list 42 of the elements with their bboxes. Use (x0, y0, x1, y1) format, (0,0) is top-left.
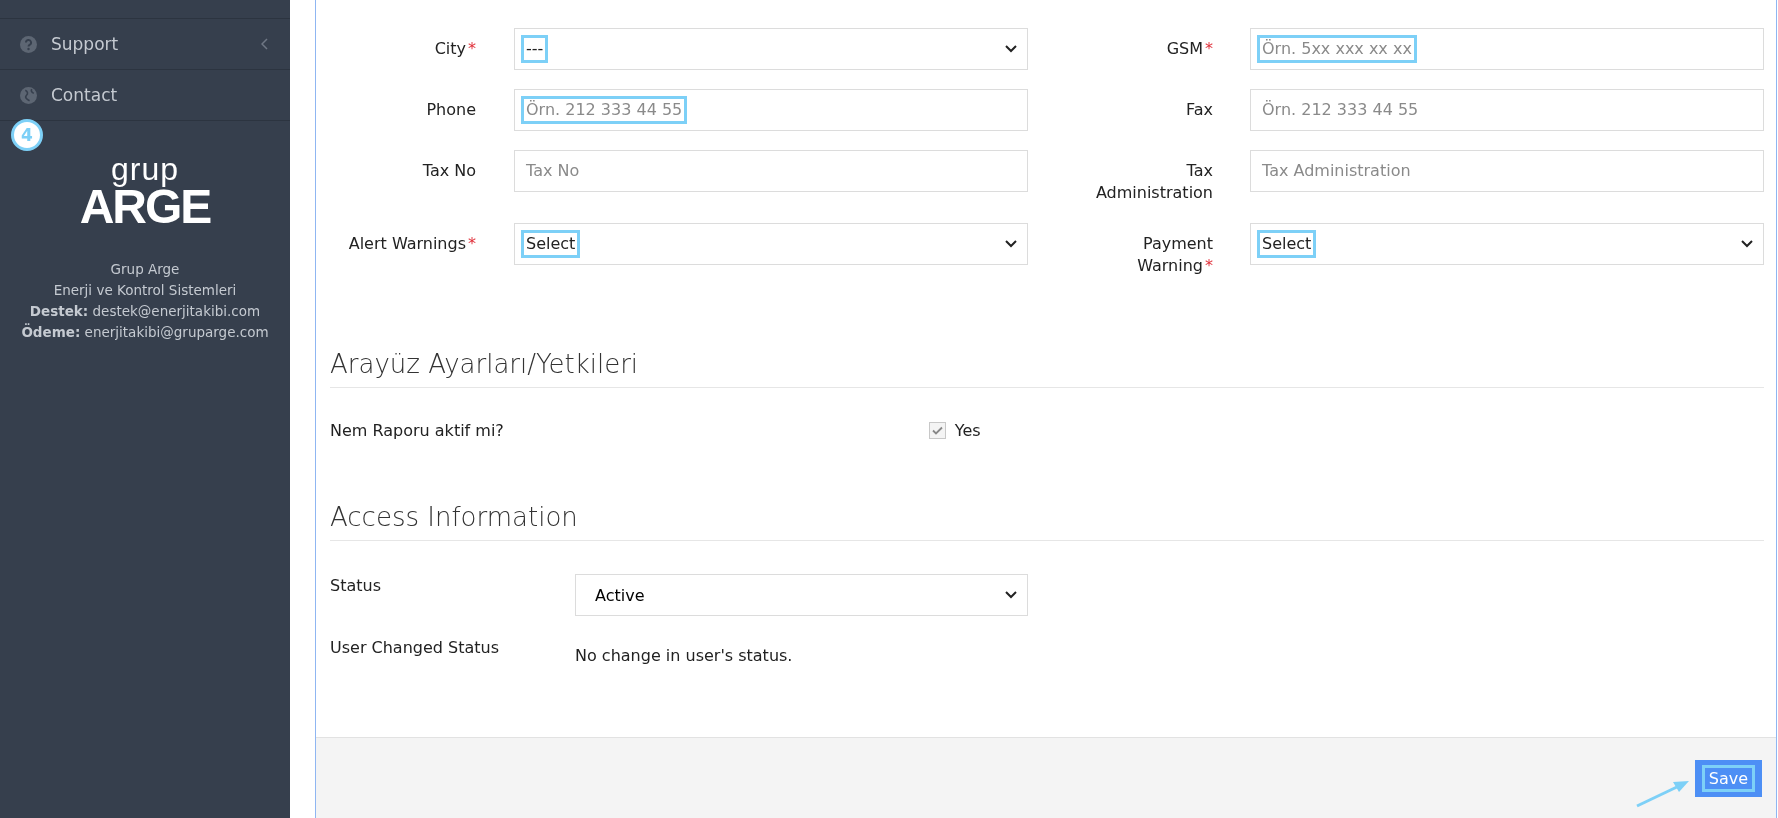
section-title: Arayüz Ayarları/Yetkileri (330, 349, 1764, 388)
select-field[interactable]: Active (575, 574, 1028, 616)
field-label: Status (330, 575, 382, 595)
status-text: No change in user's status. (575, 645, 794, 665)
field-label: Fax (1185, 99, 1214, 121)
checkbox-label: Yes (954, 421, 981, 440)
field-label: User Changed Status (330, 638, 501, 657)
chevron-down-icon (1005, 591, 1017, 599)
setting-label: Nem Raporu aktif mi? (330, 421, 504, 440)
globe-icon (20, 86, 37, 104)
field-label: Tax Administration (1094, 160, 1214, 204)
checkbox[interactable] (928, 422, 946, 439)
input-field[interactable]: Örn. 5xx xxx xx xx (1250, 28, 1764, 70)
chevron-down-icon (1005, 45, 1017, 53)
sidebar-item[interactable]: Support (0, 19, 290, 70)
support-email: Destek: destek@enerjitakibi.com (29, 303, 261, 319)
select-field[interactable]: Select (514, 223, 1028, 265)
input-field[interactable]: Örn. 212 333 44 55 (1250, 89, 1764, 131)
input-field[interactable]: Örn. 212 333 44 55 (514, 89, 1028, 131)
chevron-left-icon (261, 38, 268, 50)
help-icon (20, 35, 37, 53)
field-label: Phone (425, 99, 477, 121)
chevron-down-icon (1741, 240, 1753, 248)
input-field[interactable]: Tax Administration (1250, 150, 1764, 192)
field-label: Tax No (421, 160, 477, 182)
chevron-down-icon (1005, 240, 1017, 248)
field-label: Payment Warning* (1136, 233, 1214, 277)
field-label: GSM* (1165, 38, 1214, 60)
company-name: Grup Arge (110, 261, 180, 277)
section-title: Access Information (330, 502, 1764, 541)
field-label: Alert Warnings* (347, 233, 477, 255)
step-badge: 4 (11, 119, 43, 151)
arrow-drawing (1634, 778, 1691, 808)
company-logo: grup ARGE (78, 153, 212, 231)
sidebar-item[interactable]: Contact (0, 70, 290, 121)
select-field[interactable]: Select (1250, 223, 1764, 265)
company-subtitle: Enerji ve Kontrol Sistemleri (53, 282, 237, 298)
payment-email: Ödeme: enerjitakibi@gruparge.com (21, 324, 269, 340)
field-label: City* (433, 38, 477, 60)
input-field[interactable]: Tax No (514, 150, 1028, 192)
check-icon (931, 426, 943, 435)
select-field[interactable]: --- (514, 28, 1028, 70)
